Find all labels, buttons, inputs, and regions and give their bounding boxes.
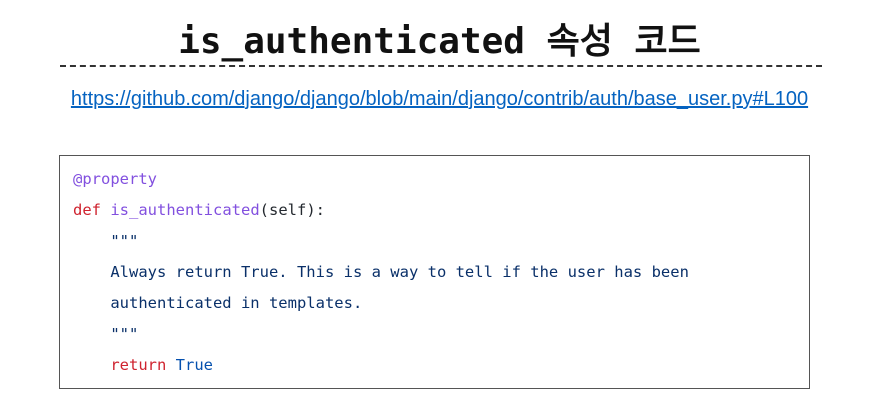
code-text: @property def is_authenticated(self): """…	[73, 164, 689, 381]
return-value: True	[175, 356, 213, 374]
decorator: @property	[73, 170, 157, 188]
def-keyword: def	[73, 201, 101, 219]
code-block: @property def is_authenticated(self): """…	[59, 155, 810, 389]
docstring-line: Always return True. This is a way to tel…	[110, 263, 689, 281]
dashed-divider	[60, 65, 822, 67]
docstring-open: """	[110, 232, 139, 250]
params: (self):	[259, 201, 325, 219]
function-name: is_authenticated	[110, 201, 260, 219]
source-link[interactable]: https://github.com/django/django/blob/ma…	[0, 88, 879, 111]
slide-title: is_authenticated 속성 코드	[178, 21, 701, 62]
return-keyword: return	[110, 356, 167, 374]
docstring-close: """	[110, 325, 139, 343]
docstring-line: authenticated in templates.	[110, 294, 363, 312]
